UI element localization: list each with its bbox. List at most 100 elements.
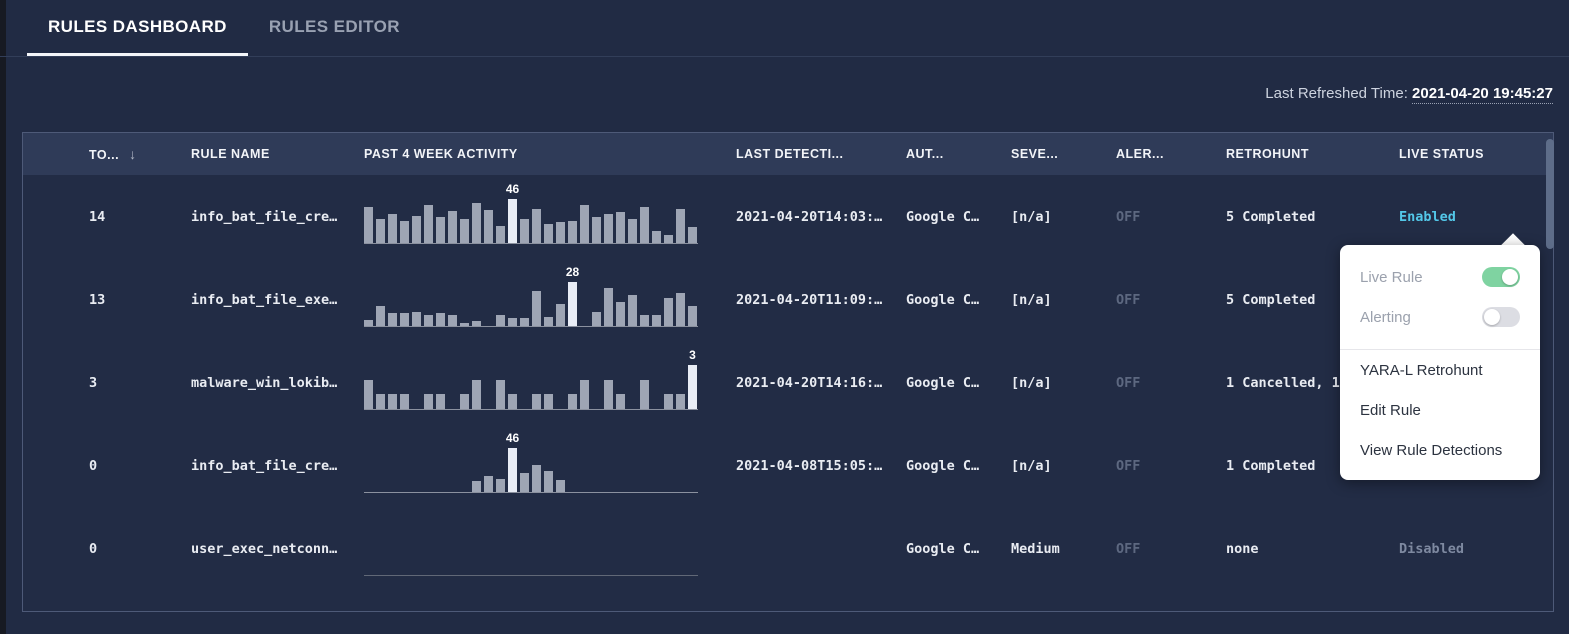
header-cell-live_status[interactable]: LIVE STATUS (1377, 147, 1553, 161)
sparkline-bar (676, 293, 685, 326)
sparkline-bar (616, 212, 625, 243)
sparkline-bar (556, 304, 565, 326)
cell-last-detection: 2021-04-20T14:03:… (714, 209, 884, 225)
sparkline-bar (520, 473, 529, 492)
sparkline-bar (544, 471, 553, 492)
header-cell-severity[interactable]: SEVE... (989, 147, 1094, 161)
sparkline-bar (616, 394, 625, 409)
sparkline-bar: 28 (568, 282, 577, 326)
cell-author: Google C… (884, 375, 989, 391)
sparkline-bar (424, 315, 433, 326)
cell-activity (342, 507, 714, 576)
sparkline-bar (616, 302, 625, 326)
menu-item-view-rule-detections[interactable]: View Rule Detections (1340, 430, 1540, 470)
sparkline-bar (508, 318, 517, 326)
sparkline-bar (472, 321, 481, 326)
sparkline-max-label: 28 (566, 265, 579, 279)
table-row[interactable]: 0user_exec_netconn… Google C…MediumOFFnon… (23, 507, 1553, 590)
header-cell-total[interactable]: TO...↓ (23, 146, 169, 162)
sparkline-bar (568, 394, 577, 409)
tab-rules-editor[interactable]: RULES EDITOR (248, 0, 421, 56)
table-row[interactable]: 0info_bat_file_cre…462021-04-08T15:05:…G… (23, 424, 1553, 507)
cell-last-detection: 2021-04-20T14:16:… (714, 375, 884, 391)
cell-rule-name[interactable]: malware_win_lokib… (169, 375, 342, 391)
cell-rule-name[interactable]: info_bat_file_cre… (169, 458, 342, 474)
header-cell-author[interactable]: AUT... (884, 147, 989, 161)
sparkline-bar (520, 318, 529, 326)
last-refreshed-label: Last Refreshed Time: (1265, 85, 1408, 102)
sparkline-bar (676, 209, 685, 243)
sparkline-bar (508, 394, 517, 409)
sparkline-bar (388, 313, 397, 326)
cell-activity: 28 (342, 258, 714, 327)
sparkline-bar (640, 315, 649, 326)
sparkline-bar (604, 214, 613, 243)
cell-rule-name[interactable]: info_bat_file_cre… (169, 209, 342, 225)
cell-activity: 3 (342, 341, 714, 410)
activity-sparkline: 46 (364, 429, 698, 493)
sparkline-bar (580, 205, 589, 243)
sparkline-bar (592, 312, 601, 326)
cell-alerting: OFF (1094, 375, 1204, 391)
sparkline-bar (496, 226, 505, 243)
table-scrollbar-thumb[interactable] (1546, 139, 1554, 249)
sparkline-bar (568, 221, 577, 243)
sparkline-bar (436, 313, 445, 326)
live-status-popup: Live Rule Alerting YARA-L RetrohuntEdit Ru… (1340, 245, 1540, 480)
menu-item-edit-rule[interactable]: Edit Rule (1340, 390, 1540, 430)
activity-sparkline: 28 (364, 263, 698, 327)
cell-author: Google C… (884, 458, 989, 474)
sparkline-bar (400, 221, 409, 243)
cell-retrohunt: none (1204, 541, 1377, 557)
cell-alerting: OFF (1094, 541, 1204, 557)
sparkline-bar (592, 217, 601, 243)
left-edge-strip (0, 0, 6, 634)
sparkline-bar (364, 207, 373, 243)
cell-rule-name[interactable]: user_exec_netconn… (169, 541, 342, 557)
cell-last-detection: 2021-04-08T15:05:… (714, 458, 884, 474)
sparkline-bar (412, 216, 421, 243)
sparkline-bar (652, 231, 661, 243)
cell-total: 0 (23, 541, 169, 557)
toggle-row-live-rule: Live Rule (1340, 257, 1540, 297)
cell-severity: [n/a] (989, 375, 1094, 391)
sparkline-bar: 3 (688, 365, 697, 409)
sparkline-bar: 46 (508, 199, 517, 243)
cell-live-status[interactable]: Enabled (1377, 209, 1553, 225)
header-cell-activity[interactable]: PAST 4 WEEK ACTIVITY (342, 147, 714, 161)
sparkline-bar (604, 288, 613, 326)
header-cell-last_detection[interactable]: LAST DETECTI... (714, 147, 884, 161)
table-body: 14info_bat_file_cre…462021-04-20T14:03:…… (23, 175, 1553, 590)
menu-item-yara-l-retrohunt[interactable]: YARA-L Retrohunt (1340, 350, 1540, 390)
table-row[interactable]: 14info_bat_file_cre…462021-04-20T14:03:…… (23, 175, 1553, 258)
table-row[interactable]: 13info_bat_file_exe…282021-04-20T11:09:…… (23, 258, 1553, 341)
sparkline-bar (496, 479, 505, 492)
sparkline-bar (376, 306, 385, 326)
cell-author: Google C… (884, 541, 989, 557)
tab-rules-dashboard[interactable]: RULES DASHBOARD (27, 0, 248, 56)
cell-activity: 46 (342, 424, 714, 493)
cell-rule-name[interactable]: info_bat_file_exe… (169, 292, 342, 308)
toggle-label: Alerting (1360, 309, 1411, 326)
cell-severity: Medium (989, 541, 1094, 557)
sparkline-bar (580, 380, 589, 409)
sparkline-bar (460, 323, 469, 326)
sort-desc-icon: ↓ (129, 146, 137, 162)
alerting-toggle[interactable] (1482, 307, 1520, 327)
sparkline-bar (652, 315, 661, 326)
sparkline-bar (388, 394, 397, 409)
sparkline-bar (556, 480, 565, 492)
header-cell-alerting[interactable]: ALER... (1094, 147, 1204, 161)
cell-activity: 46 (342, 175, 714, 244)
header-cell-retrohunt[interactable]: RETROHUNT (1204, 147, 1377, 161)
sparkline-bar (460, 394, 469, 409)
sparkline-bar (688, 227, 697, 243)
sparkline-bar (628, 295, 637, 326)
sparkline-bar (484, 210, 493, 243)
cell-author: Google C… (884, 209, 989, 225)
live-rule-toggle[interactable] (1482, 267, 1520, 287)
cell-author: Google C… (884, 292, 989, 308)
table-row[interactable]: 3malware_win_lokib…32021-04-20T14:16:…Go… (23, 341, 1553, 424)
header-cell-rule_name[interactable]: RULE NAME (169, 147, 342, 161)
cell-total: 3 (23, 375, 169, 391)
